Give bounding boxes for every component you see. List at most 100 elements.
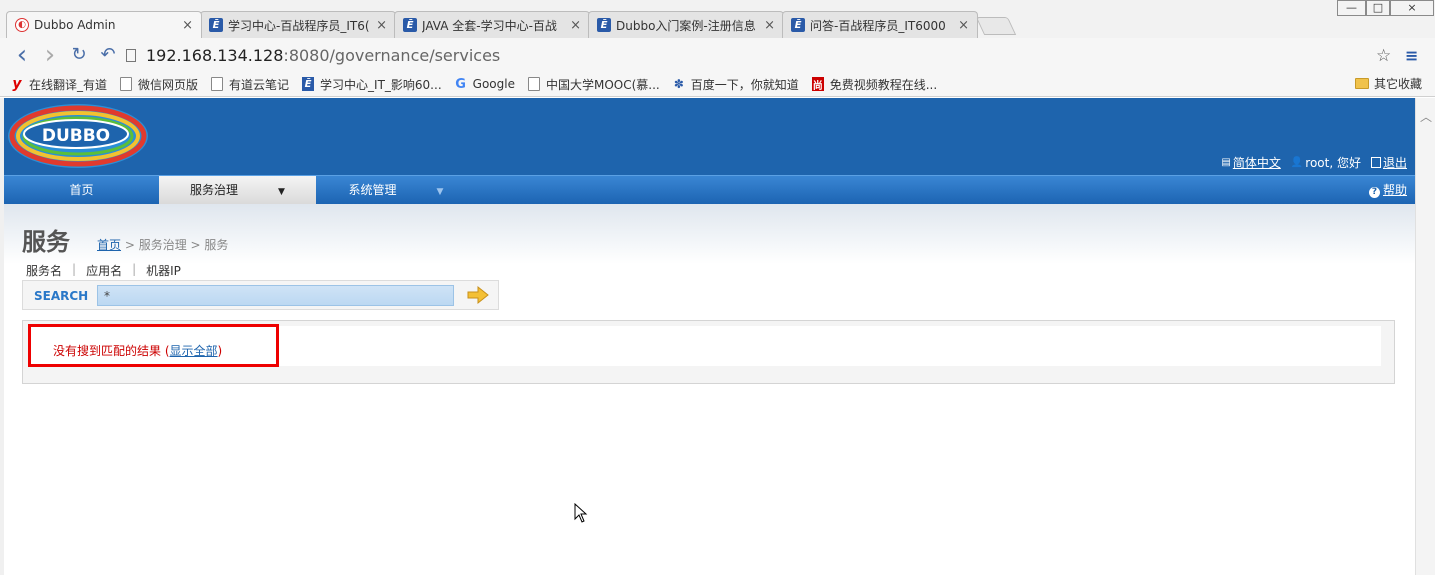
tab-label: Dubbo Admin: [34, 18, 116, 32]
breadcrumb-home[interactable]: 首页: [97, 238, 121, 252]
bookmark-baidu[interactable]: ✽ 百度一下，你就知道: [673, 76, 799, 93]
bookmark-label: 有道云笔记: [229, 77, 290, 92]
search-arrow-icon[interactable]: [466, 285, 490, 305]
other-bookmarks[interactable]: 其它收藏: [1354, 75, 1422, 92]
undo-button[interactable]: ↶: [98, 45, 118, 65]
bookmarks-bar: y 在线翻译_有道 微信网页版 有道云笔记 Ē 学习中心_IT_影响60... GG…: [0, 72, 1435, 97]
logo-text: DUBBO: [42, 126, 110, 146]
browser-tab-dubbo-admin[interactable]: ◐ Dubbo Admin ×: [6, 11, 202, 38]
google-icon: G: [455, 76, 466, 92]
page-title: 服务: [22, 228, 70, 256]
paren: ): [217, 344, 223, 358]
tab-label: Dubbo入门案例-注册信息: [616, 18, 756, 33]
it-favicon: Ē: [209, 18, 223, 32]
nav-service-governance[interactable]: 服务治理 ▼: [159, 176, 316, 204]
breadcrumb-trail: > 服务治理 > 服务: [121, 238, 229, 252]
it-favicon: Ē: [403, 18, 417, 32]
maximize-button[interactable]: □: [1366, 0, 1390, 16]
bookmark-label: 微信网页版: [138, 77, 199, 92]
help-link-wrap: ? 帮助: [1368, 176, 1407, 204]
search-label: SEARCH: [34, 289, 89, 303]
language-link[interactable]: 简体中文: [1233, 154, 1281, 171]
user-greeting: root, 您好: [1305, 156, 1361, 170]
dubbo-favicon: ◐: [15, 18, 29, 32]
bookmark-star-icon[interactable]: ☆: [1376, 46, 1391, 66]
mouse-cursor-icon: [574, 503, 588, 523]
folder-icon: [1354, 78, 1369, 89]
nav-system-management[interactable]: 系统管理 ▼: [316, 176, 476, 204]
browser-tab-learning-center[interactable]: Ē 学习中心-百战程序员_IT6( ×: [200, 11, 396, 38]
window-close-button[interactable]: ×: [1390, 0, 1434, 16]
caret-down-icon: ▼: [436, 187, 444, 197]
baidu-icon: ✽: [673, 77, 684, 91]
page-icon: [126, 48, 136, 62]
search-input[interactable]: [97, 285, 454, 306]
site-header: DUBBO ▤ 简体中文 👤 root, 您好 退出: [4, 98, 1415, 175]
bookmark-youdao[interactable]: y 在线翻译_有道: [11, 76, 107, 93]
it-favicon: Ē: [597, 18, 611, 32]
show-all-link[interactable]: 显示全部: [170, 344, 218, 358]
address-bar[interactable]: 192.168.134.128:8080/governance/services: [126, 41, 1402, 69]
browser-tabstrip: ◐ Dubbo Admin × Ē 学习中心-百战程序员_IT6( × Ē JA…: [0, 0, 1435, 38]
nav-home[interactable]: 首页: [4, 176, 159, 204]
tab-close-icon[interactable]: ×: [958, 18, 969, 33]
tab-label: JAVA 全套-学习中心-百战: [422, 18, 557, 33]
caret-down-icon: ▼: [278, 187, 285, 197]
browser-tab-qa[interactable]: Ē 问答-百战程序员_IT6000 ×: [782, 11, 978, 38]
paren: (: [161, 344, 170, 358]
main-nav: 首页 服务治理 ▼ 系统管理 ▼ ? 帮助: [4, 175, 1415, 204]
nav-label: 系统管理: [348, 183, 397, 197]
bookmark-wechat[interactable]: 微信网页版: [120, 76, 198, 93]
page-icon: [120, 77, 133, 91]
page-icon: [211, 77, 224, 91]
search-box: SEARCH: [22, 280, 499, 310]
other-bookmarks-label: 其它收藏: [1373, 77, 1422, 91]
it-favicon: Ē: [302, 77, 315, 91]
minimize-button[interactable]: —: [1337, 0, 1366, 16]
browser-menu-icon[interactable]: ≡: [1405, 46, 1418, 65]
back-button[interactable]: ‹: [12, 42, 32, 68]
bookmark-youdao-note[interactable]: 有道云笔记: [211, 76, 289, 93]
logout-icon: [1370, 157, 1381, 168]
browser-tab-java[interactable]: Ē JAVA 全套-学习中心-百战 ×: [394, 11, 590, 38]
reload-button[interactable]: ↻: [69, 45, 89, 65]
scroll-up-icon[interactable]: ︿: [1420, 108, 1432, 125]
nav-label: 服务治理: [190, 183, 239, 197]
bookmark-label: Google: [472, 77, 515, 91]
help-link[interactable]: 帮助: [1383, 183, 1407, 197]
tab-label: 学习中心-百战程序员_IT6(: [228, 18, 370, 33]
browser-tab-dubbo-intro[interactable]: Ē Dubbo入门案例-注册信息 ×: [588, 11, 784, 38]
tab-label: 问答-百战程序员_IT6000: [810, 18, 946, 33]
user-bar: ▤ 简体中文 👤 root, 您好 退出: [1221, 154, 1407, 171]
url-text[interactable]: 192.168.134.128:8080/governance/services: [146, 46, 500, 65]
bookmark-mooc[interactable]: 中国大学MOOC(慕...: [527, 76, 660, 93]
bookmark-free-video[interactable]: 尚免费视频教程在线...: [811, 76, 938, 93]
no-result-text: 没有搜到匹配的结果: [53, 344, 162, 358]
tab-close-icon[interactable]: ×: [182, 18, 193, 33]
breadcrumb: 首页 > 服务治理 > 服务: [97, 236, 228, 253]
logout-link[interactable]: 退出: [1383, 154, 1407, 171]
user-icon: 👤: [1290, 157, 1304, 168]
bookmark-label: 中国大学MOOC(慕...: [545, 77, 660, 92]
shang-icon: 尚: [811, 77, 824, 92]
page-scrollbar[interactable]: ︿: [1415, 98, 1435, 575]
tab-close-icon[interactable]: ×: [764, 18, 775, 33]
language-icon: ▤: [1221, 157, 1231, 168]
dubbo-logo-icon[interactable]: DUBBO: [6, 100, 150, 170]
tab-close-icon[interactable]: ×: [376, 18, 387, 33]
bookmark-label: 百度一下，你就知道: [690, 77, 799, 92]
bookmark-label: 学习中心_IT_影响60...: [320, 77, 442, 92]
url-host: 192.168.134.128: [146, 45, 284, 65]
it-favicon: Ē: [791, 18, 805, 32]
forward-button[interactable]: ›: [40, 42, 60, 68]
bookmark-learning-center[interactable]: Ē 学习中心_IT_影响60...: [302, 76, 442, 93]
page-icon: [527, 77, 540, 91]
nav-label: 首页: [69, 183, 94, 197]
bookmark-google[interactable]: G Google: [455, 76, 515, 92]
tab-close-icon[interactable]: ×: [570, 18, 581, 33]
bookmark-label: 在线翻译_有道: [29, 77, 108, 92]
page-viewport: DUBBO ▤ 简体中文 👤 root, 您好 退出 首页 服务治理 ▼ 系统管理…: [4, 98, 1415, 575]
new-tab-button[interactable]: [975, 17, 1017, 35]
bookmark-label: 免费视频教程在线...: [829, 77, 938, 92]
youdao-icon: y: [12, 76, 22, 92]
